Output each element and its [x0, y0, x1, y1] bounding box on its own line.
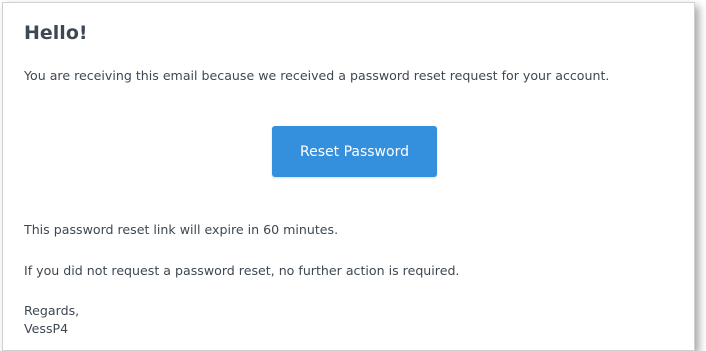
email-greeting: Hello!	[24, 22, 88, 44]
email-intro-text: You are receiving this email because we …	[24, 68, 610, 83]
email-expiry-text: This password reset link will expire in …	[24, 222, 339, 237]
email-no-action-text: If you did not request a password reset,…	[24, 263, 460, 278]
reset-password-button[interactable]: Reset Password	[272, 126, 437, 177]
email-sender-name: VessP4	[24, 321, 69, 336]
screenshot-canvas: Hello! You are receiving this email beca…	[0, 0, 706, 351]
email-body-card: Hello! You are receiving this email beca…	[2, 2, 695, 351]
email-salutation: Regards,	[24, 303, 80, 318]
